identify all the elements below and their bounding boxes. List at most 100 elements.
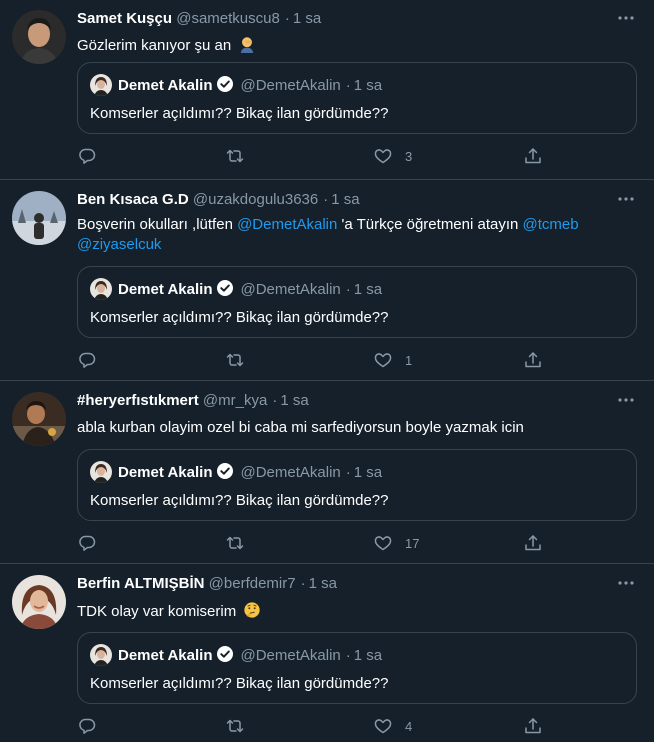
quoted-timestamp: 1 sa: [353, 77, 383, 94]
like-count: 3: [405, 148, 413, 164]
timestamp[interactable]: 1 sa: [280, 392, 308, 409]
tweet-text: TDK olay var komiserim: [77, 601, 640, 625]
quoted-timestamp: 1 sa: [353, 647, 383, 664]
quoted-tweet[interactable]: Demet Akalin @DemetAkalin · 1 sa Komserler …: [77, 266, 637, 338]
verified-badge-icon: [216, 645, 234, 663]
share-button[interactable]: [523, 532, 543, 554]
like-count: 1: [405, 352, 413, 368]
tweet[interactable]: Berfin ALTMIŞBİN @berfdemir7 · 1 sa TDK ol…: [0, 565, 654, 742]
share-icon: [523, 146, 543, 166]
like-button[interactable]: 3: [373, 145, 412, 167]
separator-dot: ·: [345, 647, 351, 664]
separator-dot: ·: [345, 77, 351, 94]
quoted-avatar: [90, 74, 112, 96]
retweet-button[interactable]: [225, 145, 245, 167]
timestamp[interactable]: 1 sa: [309, 575, 337, 592]
tweet-header: Samet Kuşçu @sametkuscu8 · 1 sa: [77, 9, 614, 29]
like-count: 17: [405, 535, 420, 551]
more-icon[interactable]: [616, 189, 636, 209]
reply-button[interactable]: [77, 145, 97, 167]
retweet-icon: [225, 146, 245, 166]
verified-badge-icon: [216, 75, 234, 93]
quoted-timestamp: 1 sa: [353, 464, 383, 481]
quoted-display-name: Demet Akalin: [118, 647, 213, 664]
share-icon: [523, 350, 543, 370]
like-button[interactable]: 1: [373, 349, 412, 371]
timestamp[interactable]: 1 sa: [293, 10, 321, 27]
verified-badge-icon: [216, 462, 234, 480]
tweet[interactable]: #heryerfıstıkmert @mr_kya · 1 sa abla kurb…: [0, 382, 654, 564]
user-handle[interactable]: @sametkuscu8: [176, 10, 280, 27]
quoted-handle: @DemetAkalin: [240, 647, 341, 664]
quoted-header: Demet Akalin @DemetAkalin · 1 sa: [118, 645, 382, 666]
display-name[interactable]: Ben Kısaca G.D: [77, 191, 189, 208]
avatar[interactable]: [12, 191, 66, 245]
tweet-feed: Samet Kuşçu @sametkuscu8 · 1 sa Gözlerim k…: [0, 0, 654, 742]
reply-button[interactable]: [77, 349, 97, 371]
mention-link[interactable]: @tcmeb: [523, 216, 579, 233]
avatar[interactable]: [12, 575, 66, 629]
user-handle[interactable]: @mr_kya: [203, 392, 267, 409]
retweet-button[interactable]: [225, 532, 245, 554]
quoted-tweet[interactable]: Demet Akalin @DemetAkalin · 1 sa Komserler …: [77, 449, 637, 521]
tweet-header: #heryerfıstıkmert @mr_kya · 1 sa: [77, 391, 614, 411]
tweet-actions: 4: [77, 715, 547, 737]
share-icon: [523, 716, 543, 736]
tweet-text: abla kurban olayim ozel bi caba mi sarfe…: [77, 419, 524, 436]
tweet[interactable]: Ben Kısaca G.D @uzakdogulu3636 · 1 sa Boşv…: [0, 181, 654, 381]
retweet-button[interactable]: [225, 715, 245, 737]
tweet-text-part: Boşverin okulları ,lütfen: [77, 216, 238, 233]
quoted-handle: @DemetAkalin: [240, 281, 341, 298]
like-icon: [373, 146, 393, 166]
tweet-actions: 1: [77, 349, 547, 371]
display-name[interactable]: Samet Kuşçu: [77, 10, 172, 27]
more-icon[interactable]: [616, 573, 636, 593]
share-button[interactable]: [523, 145, 543, 167]
tweet-actions: 3: [77, 145, 547, 167]
display-name[interactable]: #heryerfıstıkmert: [77, 392, 199, 409]
quoted-display-name: Demet Akalin: [118, 464, 213, 481]
quoted-tweet[interactable]: Demet Akalin @DemetAkalin · 1 sa Komserler …: [77, 62, 637, 134]
avatar[interactable]: [12, 392, 66, 446]
reply-icon: [77, 716, 97, 736]
mention-link[interactable]: @DemetAkalin: [237, 216, 337, 233]
like-icon: [373, 716, 393, 736]
quoted-header: Demet Akalin @DemetAkalin · 1 sa: [118, 279, 382, 300]
quoted-tweet[interactable]: Demet Akalin @DemetAkalin · 1 sa Komserler …: [77, 632, 637, 704]
reply-icon: [77, 146, 97, 166]
separator-dot: ·: [284, 10, 290, 27]
separator-dot: ·: [300, 575, 306, 592]
share-button[interactable]: [523, 715, 543, 737]
quoted-text: Komserler açıldımı?? Bikaç ilan gördümde…: [90, 492, 389, 509]
more-icon[interactable]: [616, 390, 636, 410]
thinking-face-emoji: [243, 601, 261, 625]
separator-dot: ·: [272, 392, 278, 409]
separator-dot: ·: [323, 191, 329, 208]
tweet-header: Ben Kısaca G.D @uzakdogulu3636 · 1 sa: [77, 190, 614, 210]
retweet-button[interactable]: [225, 349, 245, 371]
user-handle[interactable]: @uzakdogulu3636: [193, 191, 318, 208]
quoted-avatar: [90, 278, 112, 300]
like-count: 4: [405, 718, 413, 734]
retweet-icon: [225, 533, 245, 553]
share-button[interactable]: [523, 349, 543, 371]
quoted-handle: @DemetAkalin: [240, 464, 341, 481]
mention-link[interactable]: @ziyaselcuk: [77, 236, 161, 253]
tweet-text-part: 'a Türkçe öğretmeni atayın: [337, 216, 523, 233]
timestamp[interactable]: 1 sa: [331, 191, 359, 208]
tweet-actions: 17: [77, 532, 547, 554]
like-button[interactable]: 4: [373, 715, 412, 737]
more-icon[interactable]: [616, 8, 636, 28]
quoted-timestamp: 1 sa: [353, 281, 383, 298]
avatar[interactable]: [12, 10, 66, 64]
display-name[interactable]: Berfin ALTMIŞBİN: [77, 575, 205, 592]
tweet-text: Boşverin okulları ,lütfen @DemetAkalin '…: [77, 215, 640, 255]
reply-button[interactable]: [77, 532, 97, 554]
tweet-text-content: Gözlerim kanıyor şu an: [77, 37, 232, 54]
tweet[interactable]: Samet Kuşçu @sametkuscu8 · 1 sa Gözlerim k…: [0, 0, 654, 180]
user-handle[interactable]: @berfdemir7: [209, 575, 296, 592]
tweet-header: Berfin ALTMIŞBİN @berfdemir7 · 1 sa: [77, 574, 614, 594]
quoted-handle: @DemetAkalin: [240, 77, 341, 94]
like-button[interactable]: 17: [373, 532, 419, 554]
reply-button[interactable]: [77, 715, 97, 737]
